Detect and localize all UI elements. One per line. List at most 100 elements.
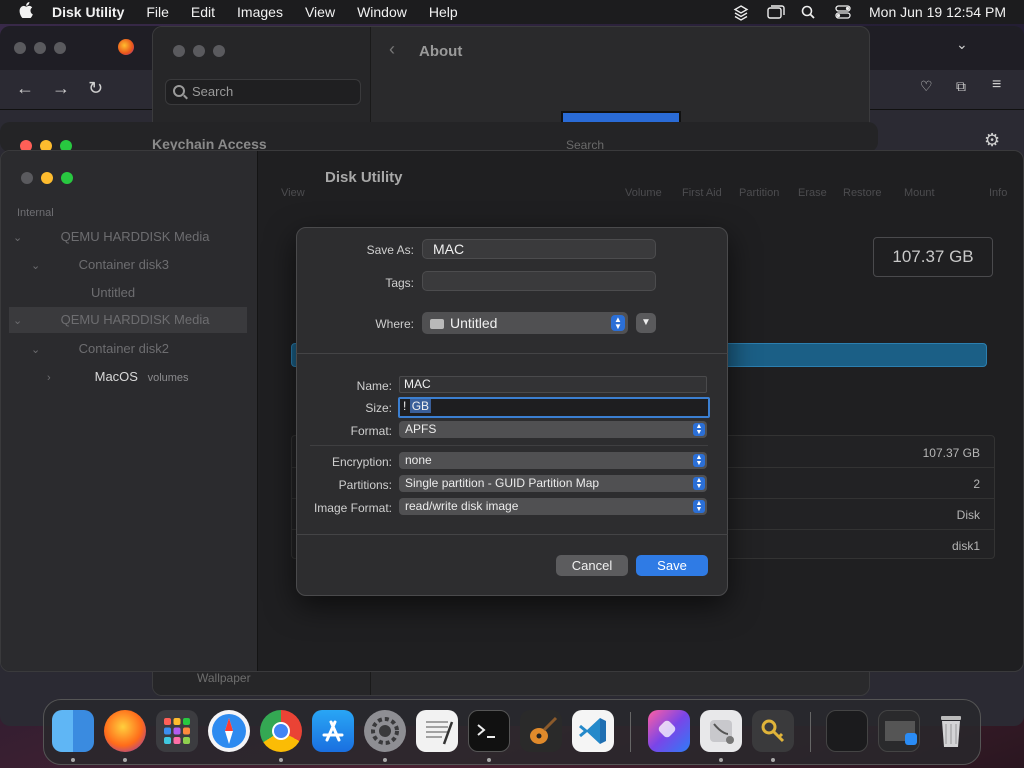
app-store-icon[interactable]: [312, 710, 354, 752]
shortcuts-icon[interactable]: [648, 710, 690, 752]
info-device-value: disk1: [951, 539, 980, 553]
format-label: Format:: [350, 424, 392, 438]
toolbar-partition-button[interactable]: Partition: [739, 187, 779, 199]
menu-file[interactable]: File: [146, 4, 169, 20]
disclosure-chevron-icon[interactable]: ⌄: [13, 308, 27, 334]
menu-clock[interactable]: Mon Jun 19 12:54 PM: [869, 4, 1006, 20]
launchpad-icon[interactable]: [156, 710, 198, 752]
hamburger-menu-icon[interactable]: ≡: [992, 76, 1001, 94]
popup-arrows-icon: ▲ ▼: [693, 477, 705, 490]
window-switch-icon[interactable]: [767, 5, 785, 19]
info-capacity-value: 107.37 GB: [922, 446, 980, 460]
sidebar-item-macos[interactable]: › MacOS volumes: [47, 369, 189, 384]
garageband-icon[interactable]: [520, 710, 562, 752]
tab-list-chevron-icon[interactable]: ⌄: [956, 36, 968, 53]
firefox-tab-icon[interactable]: [118, 39, 134, 55]
toolbar-restore-button[interactable]: Restore: [843, 187, 882, 199]
popup-arrows-icon: ▲ ▼: [693, 454, 705, 467]
chrome-icon[interactable]: [260, 710, 302, 752]
image-format-popup[interactable]: read/write disk image ▲ ▼: [399, 498, 707, 515]
menu-help[interactable]: Help: [429, 4, 458, 20]
popup-arrows-icon: ▲ ▼: [693, 423, 705, 436]
menu-images[interactable]: Images: [237, 4, 283, 20]
disk-capacity-badge: 107.37 GB: [873, 237, 993, 277]
menu-edit[interactable]: Edit: [191, 4, 215, 20]
cancel-button[interactable]: Cancel: [556, 555, 628, 576]
disclosure-chevron-icon[interactable]: ⌄: [13, 231, 27, 244]
toolbar-erase-button[interactable]: Erase: [798, 187, 827, 199]
format-popup[interactable]: APFS ▲ ▼: [399, 421, 707, 438]
safari-icon[interactable]: [208, 710, 250, 752]
trash-icon[interactable]: [930, 710, 972, 752]
pocket-icon[interactable]: ♡: [920, 78, 933, 95]
layers-icon[interactable]: [733, 5, 749, 21]
encryption-popup[interactable]: none ▲ ▼: [399, 452, 707, 469]
toolbar-first-aid-button[interactable]: First Aid: [682, 187, 722, 199]
toolbar-info-button[interactable]: Info: [989, 187, 1007, 199]
save-as-label: Save As:: [366, 243, 414, 257]
settings-gear-icon[interactable]: ⚙: [984, 130, 1000, 151]
du-window-title: Disk Utility: [325, 169, 403, 186]
minimize-window-button[interactable]: [34, 42, 46, 54]
screenshot-window-icon[interactable]: [826, 710, 868, 752]
settings-zoom-button[interactable]: [213, 45, 225, 57]
info-type-value: Disk: [956, 508, 980, 522]
du-minimize-button[interactable]: [41, 172, 53, 184]
expand-browser-chevron-icon[interactable]: ▼: [636, 313, 656, 333]
tags-field[interactable]: [422, 271, 656, 291]
apple-menu-icon[interactable]: [16, 1, 36, 23]
toolbar-view-label[interactable]: View: [281, 187, 305, 199]
name-label: Name:: [356, 379, 392, 393]
size-field[interactable]: ! GB: [398, 397, 710, 418]
firefox-icon[interactable]: [104, 710, 146, 752]
sidebar-item-qemu-disk-2[interactable]: ⌄ QEMU HARDDISK Media: [9, 307, 247, 333]
save-button[interactable]: Save: [636, 555, 708, 576]
settings-minimize-button[interactable]: [193, 45, 205, 57]
settings-search-placeholder: Search: [192, 84, 234, 99]
sidebar-item-container-disk2[interactable]: ⌄ Container disk2: [31, 341, 169, 356]
name-field[interactable]: MAC: [399, 376, 707, 393]
menu-window[interactable]: Window: [357, 4, 407, 20]
menu-view[interactable]: View: [305, 4, 335, 20]
popup-arrows-icon: ▲ ▼: [611, 315, 625, 331]
sidebar-item-untitled[interactable]: Untitled: [91, 285, 135, 300]
toolbar-volume-button[interactable]: Volume: [625, 187, 662, 199]
control-center-icon[interactable]: [835, 5, 851, 19]
toolbar-mount-button[interactable]: Mount: [904, 187, 935, 199]
textedit-icon[interactable]: [416, 710, 458, 752]
running-indicator: [487, 758, 491, 762]
settings-search-field[interactable]: Search: [165, 79, 361, 105]
back-chevron-icon[interactable]: ‹: [389, 39, 395, 60]
save-as-field[interactable]: MAC: [422, 239, 656, 259]
disclosure-chevron-right-icon[interactable]: ›: [47, 372, 61, 384]
disclosure-chevron-icon[interactable]: ⌄: [31, 259, 45, 272]
sidebar-item-qemu-disk-1[interactable]: ⌄ QEMU HARDDISK Media: [13, 229, 209, 244]
back-arrow-icon[interactable]: ←: [16, 78, 34, 99]
spotlight-search-icon[interactable]: [801, 5, 817, 19]
terminal-icon[interactable]: [468, 710, 510, 752]
where-popup[interactable]: Untitled ▲ ▼: [422, 312, 628, 334]
close-window-button[interactable]: [14, 42, 26, 54]
disk-utility-sidebar: Internal ⌄ QEMU HARDDISK Media ⌄ Contain…: [1, 151, 258, 671]
disk-utility-icon[interactable]: [700, 710, 742, 752]
reload-icon[interactable]: ↻: [88, 78, 103, 99]
system-settings-icon[interactable]: [364, 710, 406, 752]
du-close-button[interactable]: [21, 172, 33, 184]
du-zoom-button[interactable]: [61, 172, 73, 184]
menu-app-name[interactable]: Disk Utility: [52, 4, 124, 20]
keychain-access-icon[interactable]: [752, 710, 794, 752]
disclosure-chevron-icon[interactable]: ⌄: [31, 343, 45, 356]
settings-close-button[interactable]: [173, 45, 185, 57]
extensions-icon[interactable]: ⧉: [956, 78, 966, 95]
app-store-window-icon[interactable]: [878, 710, 920, 752]
forward-arrow-icon[interactable]: →: [52, 78, 70, 99]
encryption-label: Encryption:: [331, 455, 392, 469]
menu-bar: Disk Utility File Edit Images View Windo…: [0, 0, 1024, 24]
sidebar-item-wallpaper[interactable]: Wallpaper: [197, 671, 251, 685]
partitions-popup[interactable]: Single partition - GUID Partition Map ▲ ▼: [399, 475, 707, 492]
sidebar-item-container-disk3[interactable]: ⌄ Container disk3: [31, 257, 169, 272]
zoom-window-button[interactable]: [54, 42, 66, 54]
vscode-icon[interactable]: [572, 710, 614, 752]
finder-icon[interactable]: [52, 710, 94, 752]
tags-label: Tags:: [385, 276, 414, 290]
